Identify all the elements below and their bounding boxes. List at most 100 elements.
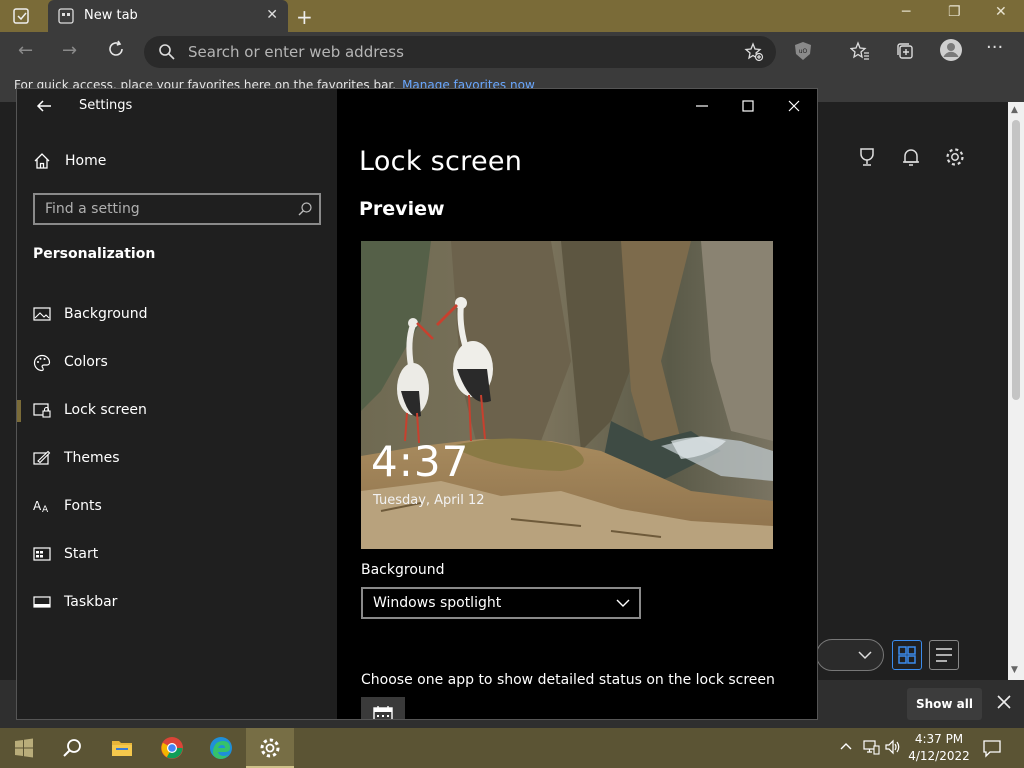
sidebar-item-taskbar[interactable]: Taskbar <box>17 582 337 622</box>
downloads-bar-close-icon[interactable] <box>994 692 1014 716</box>
tab-actions-icon[interactable] <box>12 7 32 25</box>
home-label: Home <box>65 153 107 169</box>
more-menu-icon[interactable]: ··· <box>986 37 1003 58</box>
settings-sidebar: Settings Home Find a setting Personaliza… <box>17 89 337 719</box>
ublock-shield-icon[interactable]: uO <box>794 41 812 65</box>
search-icon <box>158 43 176 65</box>
tab-new-tab[interactable]: New tab ✕ <box>48 0 288 32</box>
taskbar-search-button[interactable] <box>48 728 96 768</box>
settings-minimize-icon[interactable] <box>693 97 711 119</box>
taskbar-clock[interactable]: 4:37 PM 4/12/2022 <box>904 731 974 765</box>
settings-back-arrow-icon[interactable] <box>35 97 53 119</box>
list-view-icon <box>936 648 952 662</box>
chevron-down-icon <box>615 595 631 615</box>
sidebar-item-themes[interactable]: Themes <box>17 438 337 478</box>
taskbar-settings[interactable] <box>246 728 294 768</box>
find-setting-placeholder: Find a setting <box>45 201 140 217</box>
chevron-down-icon <box>857 647 873 667</box>
search-icon <box>63 739 81 757</box>
sidebar-item-colors[interactable]: Colors <box>17 342 337 382</box>
edge-icon <box>210 737 232 759</box>
svg-text:A: A <box>42 505 49 514</box>
background-label: Background <box>361 562 445 578</box>
tray-chevron-up-icon[interactable] <box>838 738 854 758</box>
taskbar-edge[interactable] <box>197 728 245 768</box>
browser-titlebar: New tab ✕ + ─ ❐ ✕ <box>0 0 1024 32</box>
lock-screen-preview: 4:37 Tuesday, April 12 <box>361 241 773 549</box>
preview-date: Tuesday, April 12 <box>373 493 485 508</box>
calendar-icon <box>373 705 393 719</box>
background-select[interactable]: Windows spotlight <box>361 587 641 619</box>
settings-maximize-icon[interactable] <box>739 97 757 119</box>
preview-time: 4:37 <box>371 437 470 486</box>
section-title-personalization: Personalization <box>33 246 156 262</box>
settings-content: Lock screen Preview 4:37 Tuesday, April … <box>337 89 817 719</box>
taskbar-icon <box>33 594 51 614</box>
scroll-thumb[interactable] <box>1012 120 1020 400</box>
palette-icon <box>33 354 51 376</box>
add-favorite-star-icon[interactable] <box>744 42 764 66</box>
brush-icon <box>33 450 51 470</box>
address-bar[interactable]: Search or enter web address <box>144 36 776 68</box>
background-select-value: Windows spotlight <box>373 595 502 611</box>
app-status-button[interactable] <box>361 697 405 719</box>
tab-close-icon[interactable]: ✕ <box>266 7 278 23</box>
start-button[interactable] <box>0 728 48 768</box>
collections-icon[interactable] <box>895 41 915 65</box>
browser-close-icon[interactable]: ✕ <box>995 4 1007 20</box>
lock-screen-icon <box>33 402 51 422</box>
network-icon[interactable] <box>862 738 880 760</box>
grid-view-icon <box>898 646 916 664</box>
taskbar-file-explorer[interactable] <box>98 728 146 768</box>
back-arrow-icon[interactable]: ← <box>18 40 33 61</box>
page-settings-gear-icon[interactable] <box>944 146 966 172</box>
scroll-down-icon[interactable]: ▼ <box>1011 665 1018 675</box>
refresh-icon[interactable] <box>106 39 126 64</box>
page-title: Lock screen <box>359 146 523 177</box>
chrome-icon <box>161 737 183 759</box>
address-placeholder: Search or enter web address <box>188 43 404 61</box>
folder-icon <box>112 741 132 756</box>
show-all-button[interactable]: Show all <box>907 688 982 720</box>
sidebar-item-fonts[interactable]: AA Fonts <box>17 486 337 526</box>
volume-icon[interactable] <box>884 738 902 760</box>
taskbar-chrome[interactable] <box>148 728 196 768</box>
font-icon: AA <box>33 498 51 518</box>
image-icon <box>33 306 51 326</box>
settings-window: Settings Home Find a setting Personaliza… <box>16 88 818 720</box>
action-center-icon[interactable] <box>982 738 1002 762</box>
app-status-label: Choose one app to show detailed status o… <box>361 672 775 688</box>
sidebar-item-lock-screen[interactable]: Lock screen <box>17 390 337 430</box>
browser-restore-icon[interactable]: ❐ <box>948 4 961 20</box>
layout-dropdown[interactable] <box>816 639 884 671</box>
forward-arrow-icon[interactable]: → <box>62 40 77 61</box>
sidebar-item-start[interactable]: Start <box>17 534 337 574</box>
svg-text:uO: uO <box>799 48 808 55</box>
find-setting-input[interactable]: Find a setting <box>33 193 321 225</box>
new-tab-plus-icon[interactable]: + <box>296 5 313 29</box>
tab-title: New tab <box>84 8 138 23</box>
new-tab-favicon-icon <box>58 8 74 28</box>
grid-view-button[interactable] <box>892 640 922 670</box>
list-view-button[interactable] <box>929 640 959 670</box>
gear-icon <box>260 738 280 758</box>
browser-toolbar: ← → Search or enter web address uO ··· <box>0 32 1024 72</box>
page-scrollbar[interactable]: ▲ ▼ <box>1008 102 1024 680</box>
start-icon <box>33 546 51 566</box>
scroll-up-icon[interactable]: ▲ <box>1011 105 1018 115</box>
sidebar-item-background[interactable]: Background <box>17 294 337 334</box>
windows-logo-icon <box>15 738 33 758</box>
rewards-trophy-icon[interactable] <box>856 146 878 172</box>
sidebar-item-home[interactable]: Home <box>33 150 313 174</box>
notifications-bell-icon[interactable] <box>900 146 922 172</box>
settings-close-icon[interactable] <box>785 97 803 119</box>
svg-text:A: A <box>33 499 42 513</box>
taskbar: 4:37 PM 4/12/2022 <box>0 728 1024 768</box>
favorites-icon[interactable] <box>849 41 870 65</box>
profile-avatar-icon[interactable] <box>939 38 963 66</box>
clock-date: 4/12/2022 <box>908 749 970 763</box>
browser-minimize-icon[interactable]: ─ <box>902 4 910 20</box>
clock-time: 4:37 PM <box>914 732 964 746</box>
preview-heading: Preview <box>359 198 445 220</box>
search-icon <box>297 201 313 221</box>
